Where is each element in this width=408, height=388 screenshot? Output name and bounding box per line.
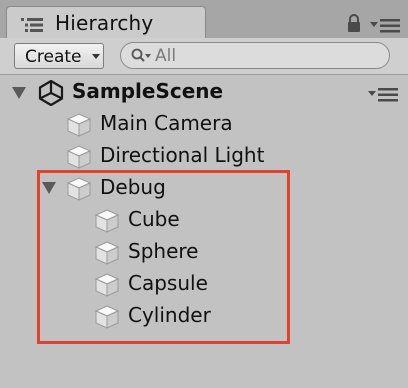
tab-hierarchy[interactable]: Hierarchy <box>6 6 206 39</box>
item-label: Directional Light <box>100 143 265 167</box>
tab-title: Hierarchy <box>55 11 154 35</box>
hierarchy-tree: SampleScene Main Camera Directional Ligh… <box>0 75 408 388</box>
cube-icon <box>66 112 92 138</box>
hierarchy-window: Hierarchy Create All SampleScene Main Ca… <box>0 0 408 388</box>
hierarchy-item-directional-light[interactable]: Directional Light <box>0 141 320 171</box>
window-menu-icon[interactable] <box>370 18 400 33</box>
create-button-label: Create <box>25 47 82 67</box>
scene-menu-icon[interactable] <box>368 87 398 102</box>
hierarchy-list-icon <box>21 17 43 32</box>
highlight-frame <box>37 170 290 344</box>
chevron-down-icon <box>92 54 100 59</box>
expand-arrow-icon[interactable] <box>12 87 26 99</box>
create-button[interactable]: Create <box>14 43 104 69</box>
item-label: Main Camera <box>100 111 233 135</box>
scene-name: SampleScene <box>72 79 224 103</box>
search-icon[interactable] <box>131 48 153 64</box>
hierarchy-item-main-camera[interactable]: Main Camera <box>0 109 320 139</box>
tab-bar: Hierarchy <box>0 0 408 39</box>
hierarchy-toolbar: Create <box>0 38 408 75</box>
search-box[interactable] <box>120 42 390 69</box>
scene-row[interactable]: SampleScene <box>0 77 408 107</box>
search-input[interactable] <box>155 45 375 66</box>
cube-icon <box>66 144 92 170</box>
lock-icon[interactable] <box>346 14 362 32</box>
unity-logo-icon <box>38 79 64 107</box>
